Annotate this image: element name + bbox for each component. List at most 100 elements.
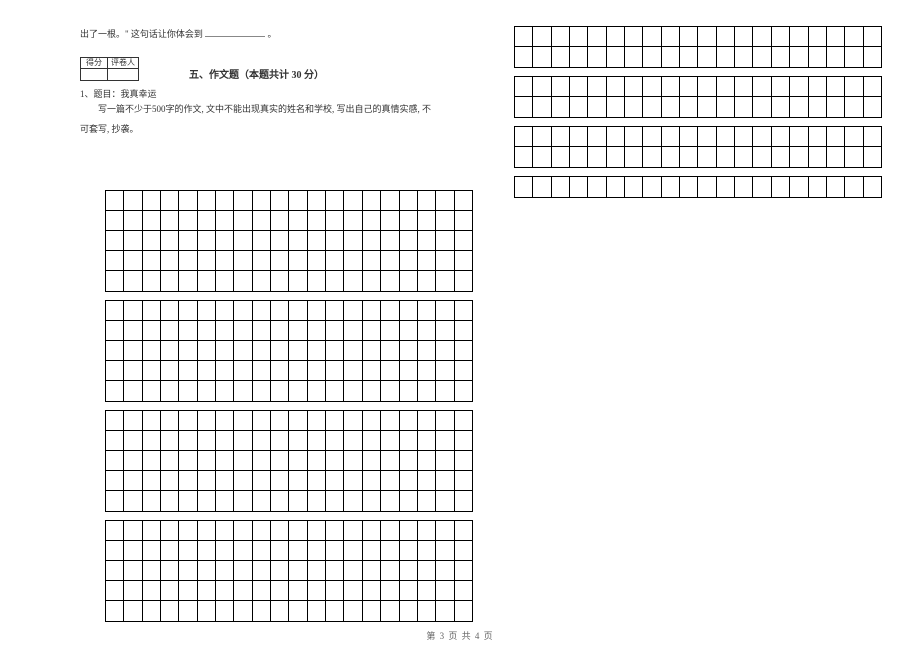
grid-cell[interactable] [198, 601, 216, 621]
grid-cell[interactable] [216, 561, 234, 580]
grid-cell[interactable] [124, 451, 142, 470]
grid-cell[interactable] [381, 521, 399, 540]
grid-cell[interactable] [400, 191, 418, 210]
grid-cell[interactable] [124, 211, 142, 230]
grid-cell[interactable] [326, 491, 344, 511]
grid-cell[interactable] [790, 27, 808, 46]
grid-cell[interactable] [179, 601, 197, 621]
grid-cell[interactable] [253, 601, 271, 621]
grid-cell[interactable] [271, 521, 289, 540]
grid-cell[interactable] [253, 471, 271, 490]
grid-cell[interactable] [381, 301, 399, 320]
grid-cell[interactable] [326, 561, 344, 580]
grid-cell[interactable] [400, 601, 418, 621]
grid-cell[interactable] [308, 581, 326, 600]
grid-cell[interactable] [753, 97, 771, 117]
grid-cell[interactable] [308, 601, 326, 621]
writing-grid-right-0[interactable] [514, 26, 882, 68]
grid-cell[interactable] [253, 541, 271, 560]
grid-cell[interactable] [827, 27, 845, 46]
grid-cell[interactable] [161, 451, 179, 470]
grid-cell[interactable] [809, 77, 827, 96]
grid-cell[interactable] [143, 231, 161, 250]
grid-cell[interactable] [436, 301, 454, 320]
grid-cell[interactable] [143, 601, 161, 621]
grid-cell[interactable] [772, 147, 790, 167]
grid-cell[interactable] [253, 581, 271, 600]
grid-cell[interactable] [588, 97, 606, 117]
grid-cell[interactable] [179, 231, 197, 250]
grid-cell[interactable] [418, 471, 436, 490]
grader-value-area[interactable] [108, 68, 138, 80]
grid-cell[interactable] [253, 251, 271, 270]
grid-cell[interactable] [381, 601, 399, 621]
grid-cell[interactable] [809, 47, 827, 67]
grid-cell[interactable] [216, 451, 234, 470]
grid-cell[interactable] [344, 431, 362, 450]
grid-cell[interactable] [344, 191, 362, 210]
grid-cell[interactable] [198, 521, 216, 540]
grid-cell[interactable] [143, 411, 161, 430]
grid-cell[interactable] [363, 271, 381, 291]
grid-cell[interactable] [179, 251, 197, 270]
grid-cell[interactable] [400, 471, 418, 490]
grid-cell[interactable] [772, 97, 790, 117]
grid-cell[interactable] [124, 581, 142, 600]
grid-cell[interactable] [179, 561, 197, 580]
grid-cell[interactable] [106, 211, 124, 230]
grid-cell[interactable] [344, 471, 362, 490]
grid-cell[interactable] [326, 381, 344, 401]
grid-cell[interactable] [753, 127, 771, 146]
grid-cell[interactable] [735, 147, 753, 167]
grid-cell[interactable] [698, 27, 716, 46]
grid-cell[interactable] [588, 77, 606, 96]
grid-cell[interactable] [455, 271, 472, 291]
grid-cell[interactable] [418, 231, 436, 250]
grid-cell[interactable] [198, 471, 216, 490]
grid-cell[interactable] [588, 47, 606, 67]
grid-cell[interactable] [363, 431, 381, 450]
grid-cell[interactable] [455, 521, 472, 540]
grid-cell[interactable] [143, 361, 161, 380]
grid-cell[interactable] [124, 601, 142, 621]
grid-cell[interactable] [400, 321, 418, 340]
grid-cell[interactable] [308, 491, 326, 511]
writing-grid-right-2[interactable] [514, 126, 882, 168]
grid-cell[interactable] [625, 97, 643, 117]
grid-cell[interactable] [271, 411, 289, 430]
grid-cell[interactable] [198, 251, 216, 270]
grid-cell[interactable] [216, 301, 234, 320]
grid-cell[interactable] [400, 231, 418, 250]
grid-cell[interactable] [326, 541, 344, 560]
grid-cell[interactable] [234, 491, 252, 511]
grid-cell[interactable] [418, 361, 436, 380]
grid-cell[interactable] [418, 581, 436, 600]
grid-cell[interactable] [106, 601, 124, 621]
grid-cell[interactable] [455, 361, 472, 380]
grid-cell[interactable] [216, 191, 234, 210]
grid-cell[interactable] [772, 47, 790, 67]
grid-cell[interactable] [124, 231, 142, 250]
grid-cell[interactable] [326, 211, 344, 230]
grid-cell[interactable] [363, 451, 381, 470]
grid-cell[interactable] [864, 97, 881, 117]
grid-cell[interactable] [790, 127, 808, 146]
grid-cell[interactable] [308, 361, 326, 380]
grid-cell[interactable] [143, 431, 161, 450]
grid-cell[interactable] [289, 231, 307, 250]
grid-cell[interactable] [845, 47, 863, 67]
grid-cell[interactable] [161, 191, 179, 210]
grid-cell[interactable] [253, 381, 271, 401]
grid-cell[interactable] [198, 431, 216, 450]
grid-cell[interactable] [381, 541, 399, 560]
grid-cell[interactable] [400, 341, 418, 360]
grid-cell[interactable] [161, 491, 179, 511]
grid-cell[interactable] [381, 491, 399, 511]
grid-cell[interactable] [289, 431, 307, 450]
grid-cell[interactable] [271, 471, 289, 490]
grid-cell[interactable] [455, 191, 472, 210]
grid-cell[interactable] [198, 321, 216, 340]
grid-cell[interactable] [161, 521, 179, 540]
grid-cell[interactable] [143, 491, 161, 511]
grid-cell[interactable] [216, 521, 234, 540]
